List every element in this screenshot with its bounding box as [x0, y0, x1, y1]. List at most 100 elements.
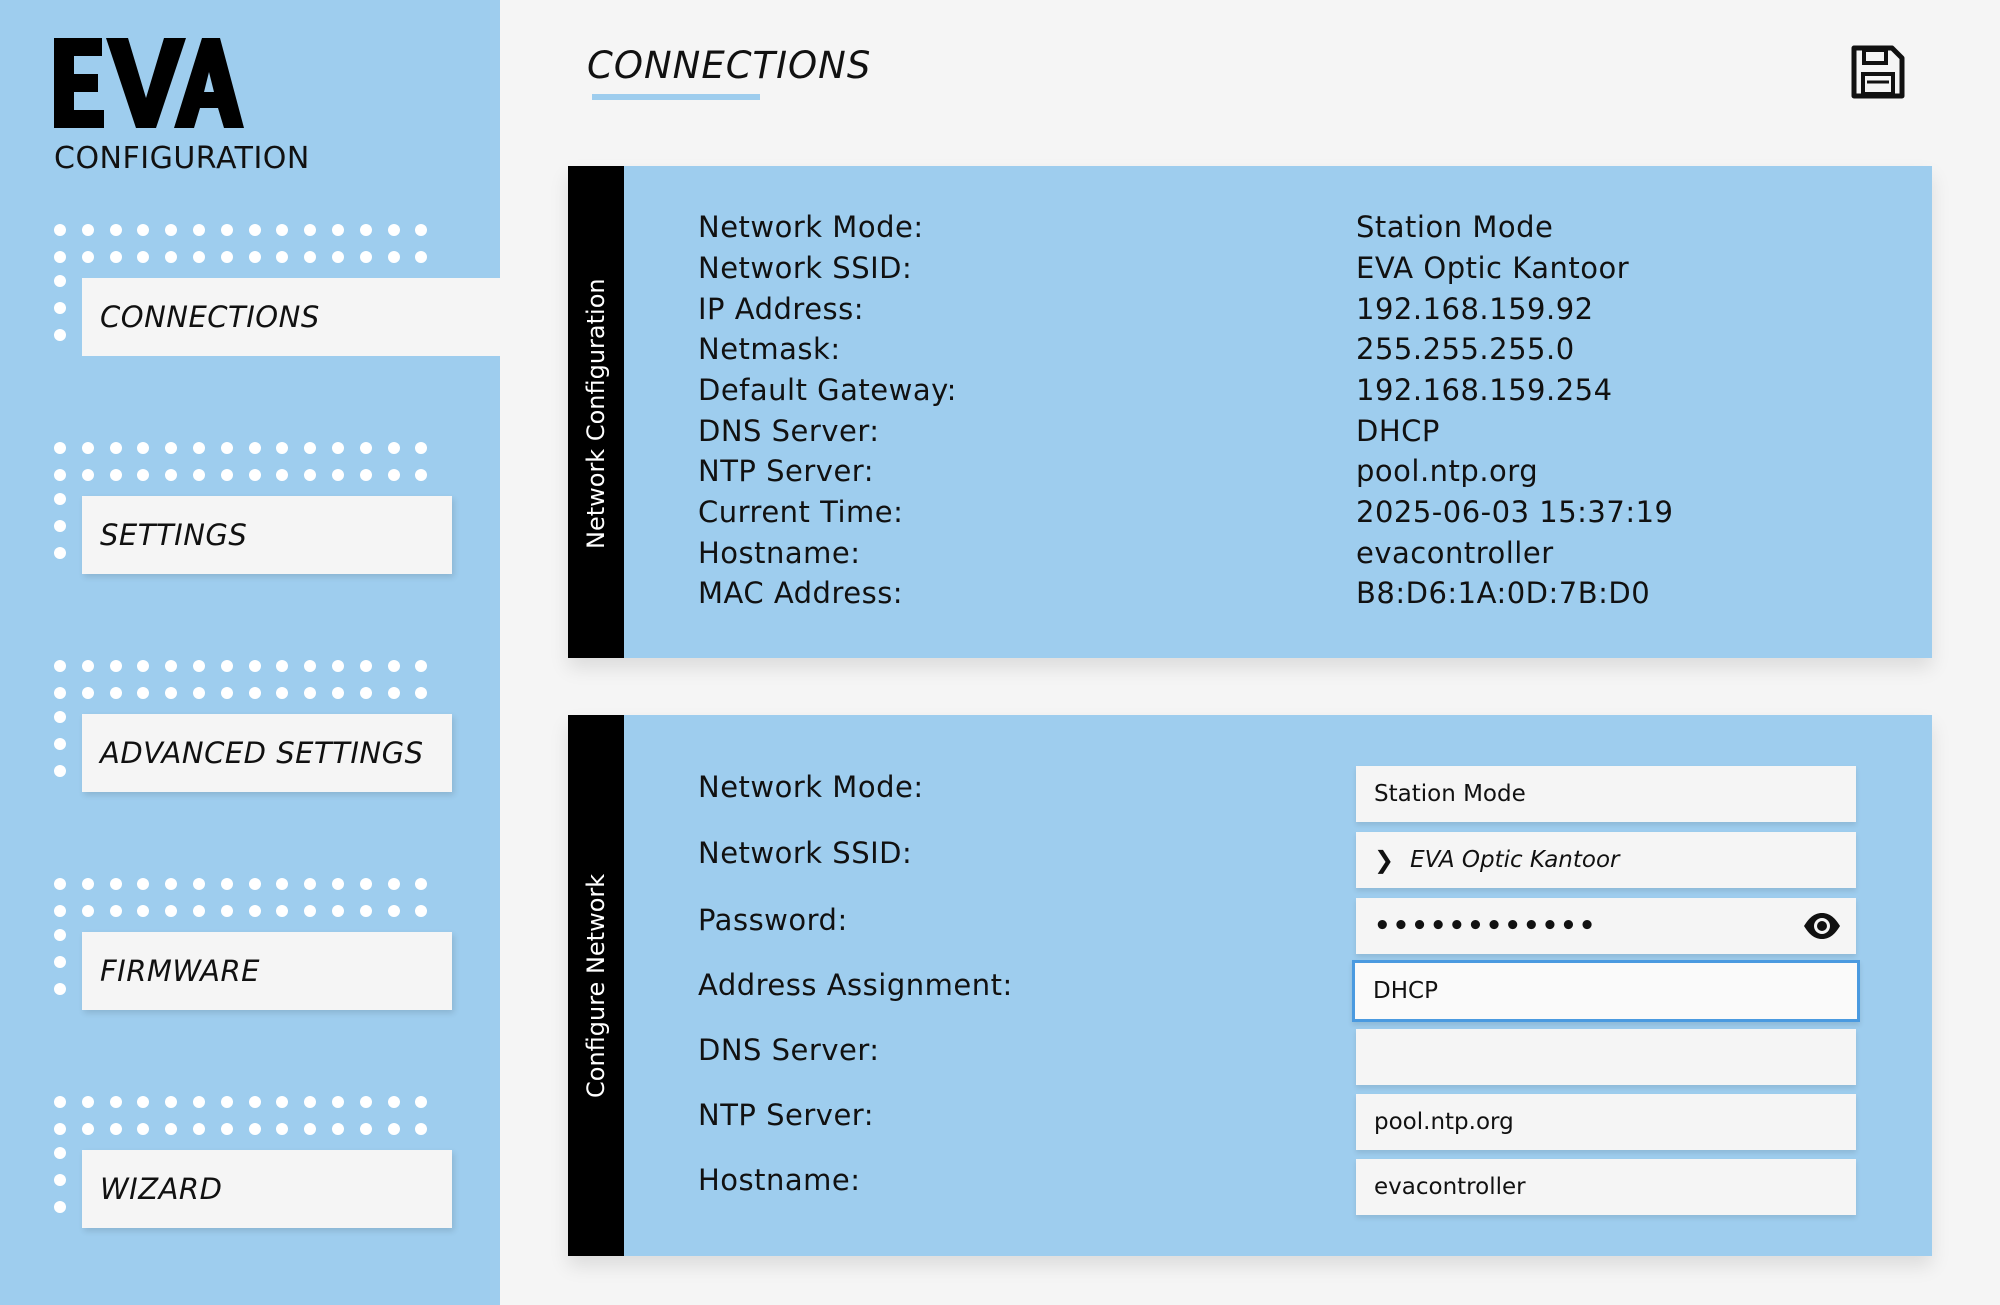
dot: [276, 687, 289, 699]
network-ssid-value: EVA Optic Kantoor: [1410, 847, 1620, 873]
dot: [137, 687, 150, 699]
dot: [109, 442, 122, 454]
dot: [220, 224, 233, 236]
password-value: ••••••••••••: [1374, 911, 1598, 941]
sidebar-item-wizard[interactable]: WIZARD: [82, 1150, 452, 1228]
info-label: Network Mode:: [698, 210, 924, 244]
sidebar-item-settings[interactable]: SETTINGS: [82, 496, 452, 574]
dot: [109, 1096, 122, 1108]
dot: [81, 878, 94, 890]
dot: [304, 878, 317, 890]
dot: [276, 878, 289, 890]
dot: [304, 905, 317, 917]
dot: [276, 905, 289, 917]
dot: [193, 1123, 205, 1135]
dot-pattern: [54, 493, 66, 573]
info-value: 255.255.255.0: [1356, 332, 1575, 366]
dot: [193, 660, 205, 672]
dot: [165, 878, 178, 890]
info-row-dns-server: DNS Server: DHCP: [698, 414, 1898, 454]
dot: [81, 660, 94, 672]
panel-tab-label: Configure Network: [582, 873, 610, 1098]
dot: [137, 660, 150, 672]
network-configuration-panel: Network Configuration Network Mode: Stat…: [568, 166, 1932, 658]
network-mode-select[interactable]: Station Mode: [1356, 766, 1856, 822]
dot: [109, 660, 122, 672]
network-mode-value: Station Mode: [1374, 781, 1526, 807]
sidebar-item-label: SETTINGS: [100, 518, 248, 552]
dns-server-input[interactable]: [1356, 1029, 1856, 1085]
dot: [54, 711, 66, 723]
dot: [193, 442, 205, 454]
sidebar-item-firmware[interactable]: FIRMWARE: [82, 932, 452, 1010]
panel-tab: Network Configuration: [568, 166, 624, 658]
dot: [276, 442, 289, 454]
info-label: Default Gateway:: [698, 373, 957, 407]
dot: [54, 1174, 66, 1186]
dot: [248, 1123, 261, 1135]
save-icon: [1851, 45, 1905, 99]
dot: [332, 905, 344, 917]
dot: [54, 929, 66, 941]
ntp-server-input[interactable]: pool.ntp.org: [1356, 1094, 1856, 1150]
dot: [387, 469, 400, 481]
hostname-label: Hostname:: [698, 1163, 861, 1197]
dot: [54, 1123, 66, 1135]
dot: [248, 251, 261, 263]
sidebar: CONFIGURATION CONNECTIONS SETTINGS ADVAN…: [0, 0, 500, 1305]
panel-tab: Configure Network: [568, 715, 624, 1256]
dot: [54, 878, 66, 890]
dot: [359, 905, 372, 917]
save-button[interactable]: [1848, 42, 1908, 102]
dot-pattern: [54, 929, 66, 1009]
dot: [415, 224, 428, 236]
dot: [81, 1123, 94, 1135]
address-assignment-value: DHCP: [1373, 978, 1438, 1004]
dot: [415, 251, 428, 263]
dot: [415, 878, 428, 890]
dot: [54, 520, 66, 532]
dot-pattern: [54, 224, 434, 270]
info-label: Hostname:: [698, 536, 861, 570]
dot: [387, 1096, 400, 1108]
dot: [193, 1096, 205, 1108]
dot: [387, 442, 400, 454]
dot: [165, 687, 178, 699]
dot: [81, 687, 94, 699]
sidebar-item-advanced-settings[interactable]: ADVANCED SETTINGS: [82, 714, 452, 792]
dot: [220, 251, 233, 263]
network-mode-label: Network Mode:: [698, 770, 924, 804]
configure-network-panel: Configure Network Network Mode: Station …: [568, 715, 1932, 1256]
dot: [137, 878, 150, 890]
dot: [220, 1096, 233, 1108]
dot: [332, 251, 344, 263]
hostname-input[interactable]: evacontroller: [1356, 1159, 1856, 1215]
dot: [109, 1123, 122, 1135]
dot: [165, 469, 178, 481]
dot: [109, 469, 122, 481]
dot: [54, 251, 66, 263]
network-ssid-select[interactable]: ❯ EVA Optic Kantoor: [1356, 832, 1856, 888]
dot: [54, 1096, 66, 1108]
dot: [304, 687, 317, 699]
dot-pattern: [54, 1147, 66, 1227]
dot: [359, 878, 372, 890]
dot-pattern: [54, 442, 434, 488]
sidebar-item-connections[interactable]: CONNECTIONS: [82, 278, 500, 356]
dot: [359, 1123, 372, 1135]
dns-server-label: DNS Server:: [698, 1033, 880, 1067]
dot-pattern: [54, 660, 434, 706]
dot: [54, 956, 66, 968]
dot: [387, 1123, 400, 1135]
dot: [332, 878, 344, 890]
dot: [415, 469, 428, 481]
dot: [415, 687, 428, 699]
title-underline: [592, 94, 760, 100]
dot: [193, 469, 205, 481]
address-assignment-select[interactable]: DHCP: [1352, 960, 1860, 1022]
dot: [332, 442, 344, 454]
eye-icon[interactable]: [1802, 910, 1842, 942]
dot: [304, 224, 317, 236]
password-input[interactable]: ••••••••••••: [1356, 898, 1856, 954]
dot: [81, 224, 94, 236]
